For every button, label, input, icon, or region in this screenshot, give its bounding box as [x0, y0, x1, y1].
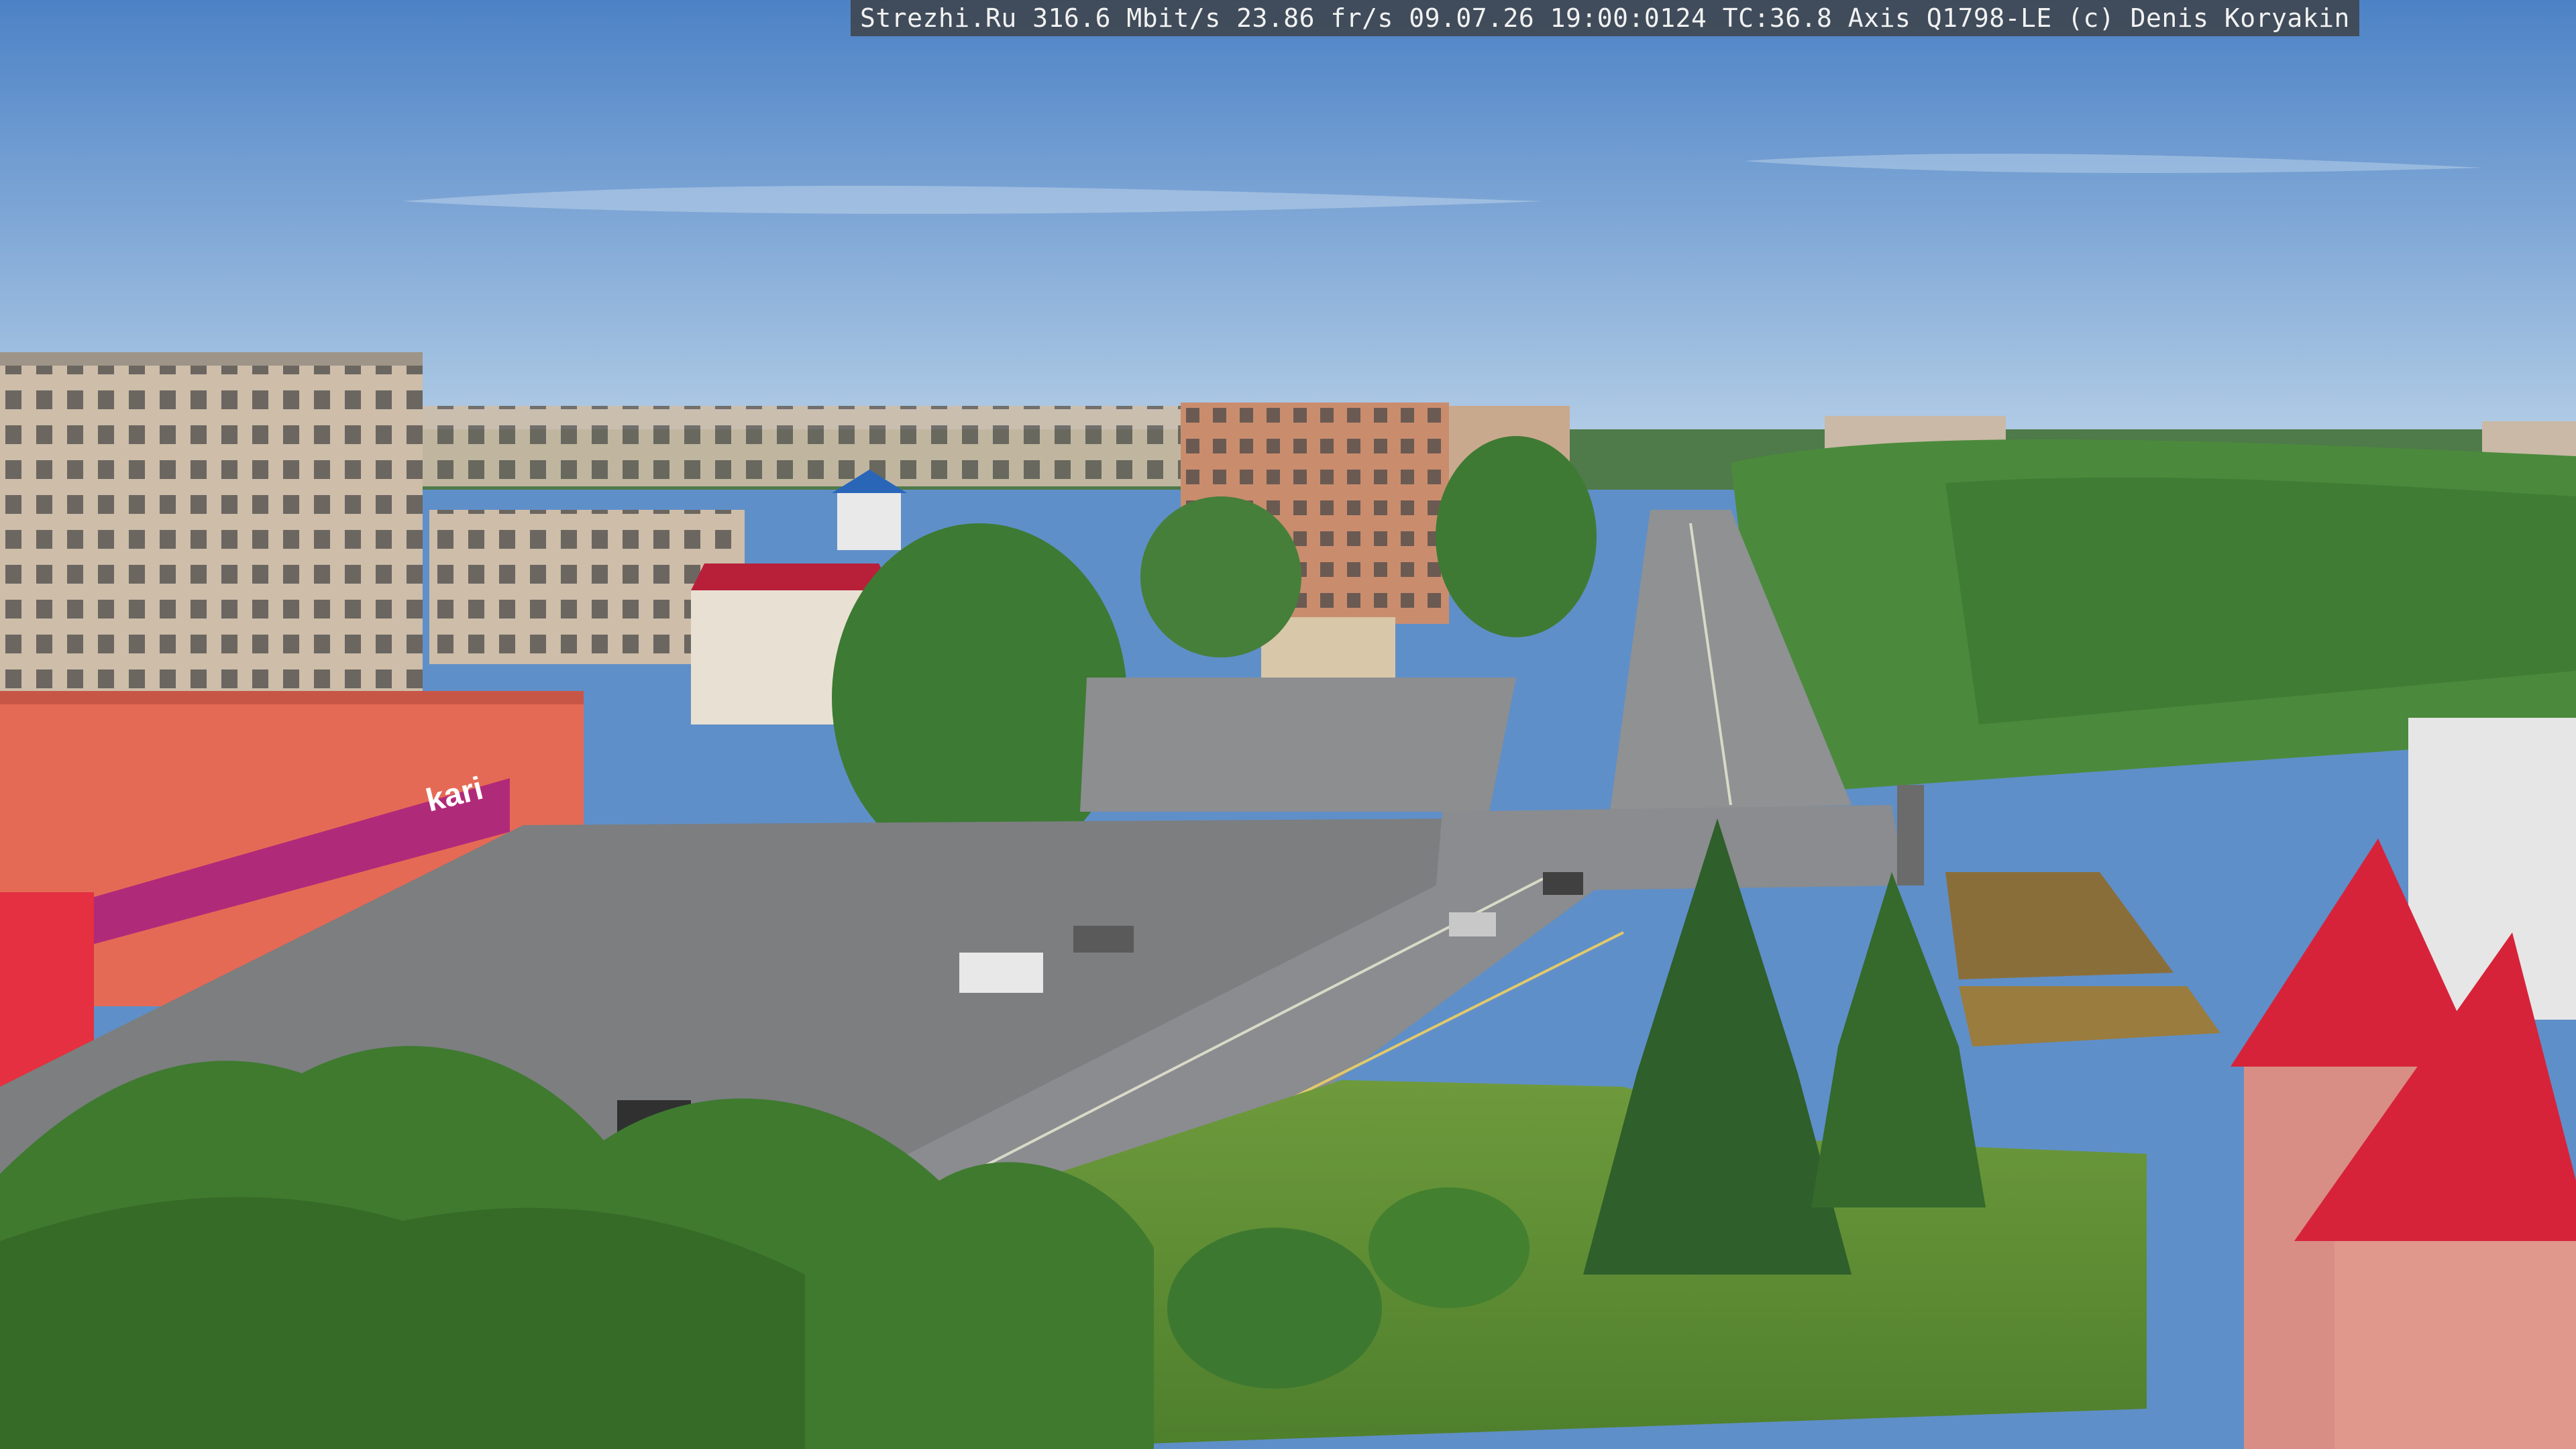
left-apartment-roof — [0, 352, 423, 366]
van — [959, 953, 1043, 993]
shrub — [1368, 1187, 1529, 1308]
blue-top-tower — [837, 490, 901, 550]
tree-cluster — [832, 523, 1127, 872]
car — [1073, 926, 1134, 953]
webcam-scene: kari — [0, 0, 2576, 1449]
flower-bed — [1959, 986, 2220, 1046]
foreground-trees-left-shade — [0, 1197, 805, 1449]
upper-square — [1080, 678, 1516, 812]
tree-cluster — [1140, 496, 1301, 657]
store-roof — [0, 691, 584, 704]
cross-road — [1436, 805, 1905, 892]
right-tower-2 — [2334, 1228, 2576, 1449]
camera-info-overlay: Strezhi.Ru 316.6 Mbit/s 23.86 fr/s 09.07… — [851, 0, 2359, 36]
monument — [1897, 785, 1924, 885]
red-roof — [691, 564, 892, 590]
tree-cluster — [1436, 436, 1597, 637]
car — [1449, 912, 1496, 936]
shrub — [1167, 1228, 1382, 1389]
flower-bed — [1945, 872, 2174, 979]
car — [1543, 872, 1583, 895]
